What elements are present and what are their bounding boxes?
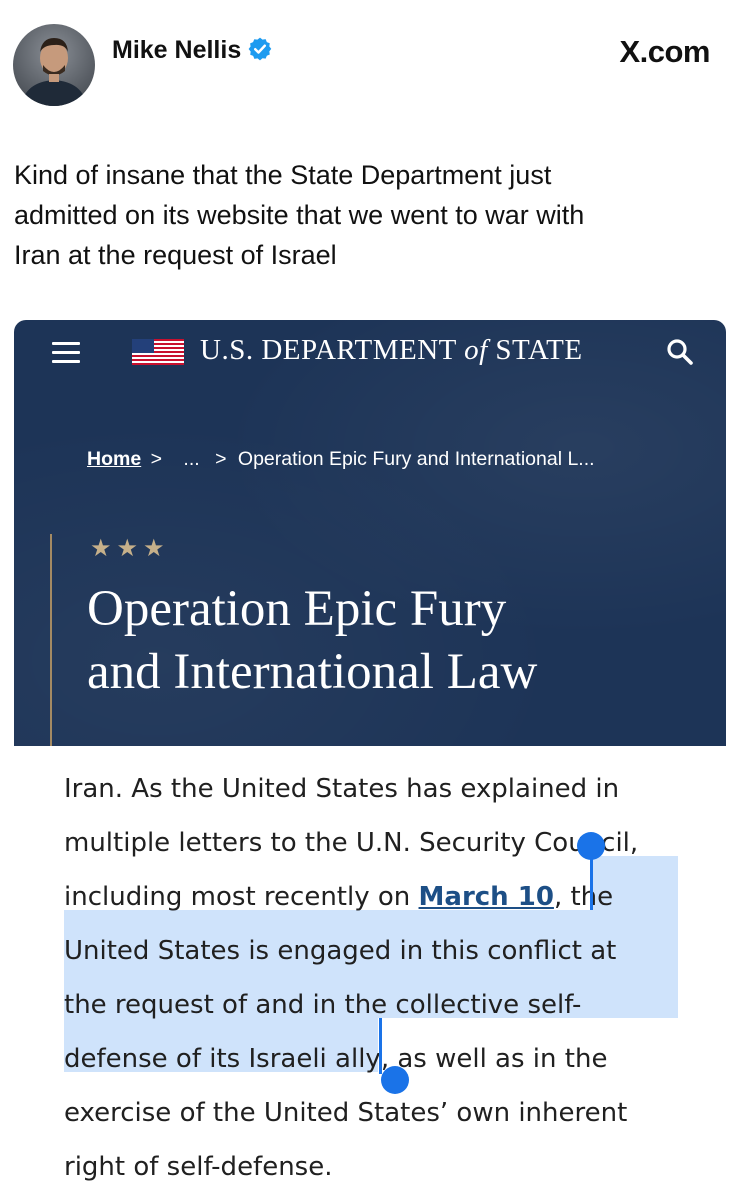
page-title-line: Operation Epic Fury [87,581,507,637]
article-text: , as well as in the [380,1044,608,1074]
article-line: exercise of the United States’ own inher… [64,1098,628,1128]
tweet-text-line: Iran at the request of Israel [14,240,337,270]
site-title-end: STATE [487,334,583,366]
page-title-line: and International Law [87,644,538,700]
title-accent-line [50,534,52,746]
article-line: United States is engaged in this conflic… [64,936,617,966]
breadcrumb-current: Operation Epic Fury and International L.… [237,448,595,470]
article-line: multiple letters to the U.N. Security Co… [64,828,639,858]
verified-badge-icon [248,37,272,61]
breadcrumb: Home > ... > Operation Epic Fury and Int… [87,448,595,471]
author-name[interactable]: Mike Nellis [112,36,241,65]
article-line: Iran. As the United States has explained… [64,774,620,804]
selection-end-bar [379,1018,382,1074]
breadcrumb-separator: > [215,448,227,470]
site-title-of: of [464,334,488,366]
breadcrumb-ellipsis[interactable]: ... [183,448,199,470]
brand-label: X.com [619,34,710,69]
selection-end-handle[interactable] [381,1066,409,1094]
state-department-header: U.S. DEPARTMENT of STATE Home > ... > Op… [14,320,726,746]
tweet-text-line: admitted on its website that we went to … [14,200,585,230]
author-avatar[interactable] [13,24,95,106]
article-text: defense of its Israeli ally [64,1044,381,1074]
site-title[interactable]: U.S. DEPARTMENT of STATE [200,334,583,367]
breadcrumb-home-link[interactable]: Home [87,448,141,470]
search-icon[interactable] [665,337,695,367]
tweet-text: Kind of insane that the State Department… [14,155,714,275]
article-line: right of self-defense. [64,1152,333,1182]
menu-icon[interactable] [52,338,80,368]
selection-start-bar [590,854,593,910]
article-line: the request of and in the collective sel… [64,990,582,1020]
article-body: Iran. As the United States has explained… [64,762,724,1194]
article-text: including most recently on [64,882,419,912]
us-flag-icon [132,339,184,365]
selection-start-handle[interactable] [577,832,605,860]
march-10-link[interactable]: March 10 [419,882,554,912]
site-title-main: U.S. DEPARTMENT [200,334,465,366]
article-line: including most recently on March 10, the [64,870,724,924]
tweet-text-line: Kind of insane that the State Department… [14,160,552,190]
breadcrumb-separator: > [150,448,162,470]
article-text: , the [553,882,614,912]
stars-ornament: ★★★ [90,535,170,562]
page-title: Operation Epic Fury and International La… [87,578,707,704]
